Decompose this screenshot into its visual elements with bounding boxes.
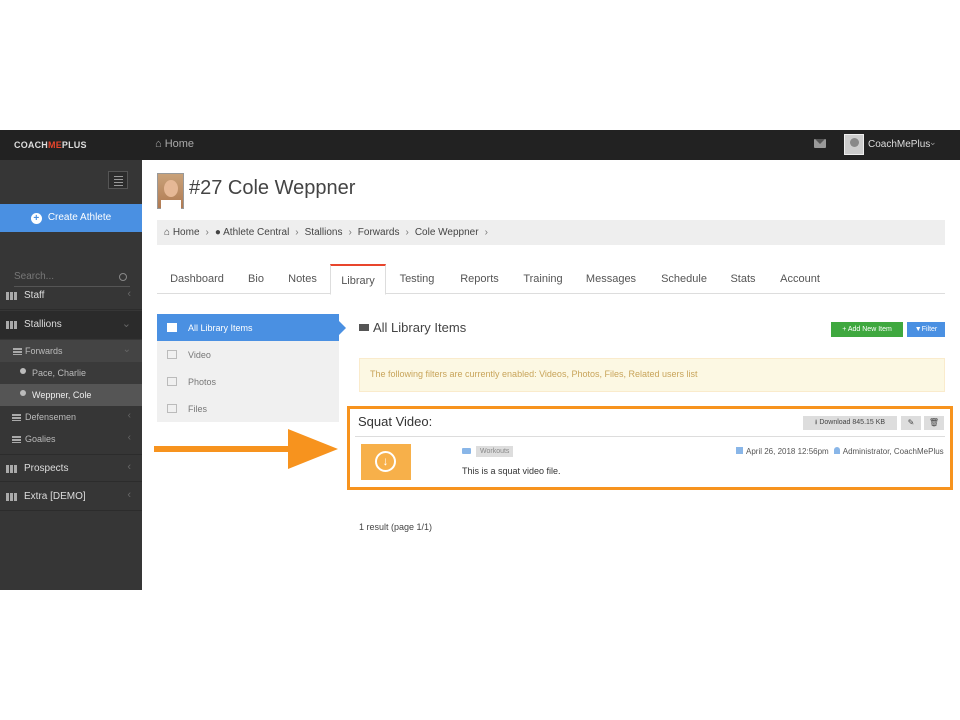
chevron-left-icon: ‹ (127, 410, 131, 421)
breadcrumb-forwards[interactable]: Forwards (358, 227, 400, 238)
filter-icon: ▼ (914, 326, 922, 333)
list-icon (12, 436, 21, 443)
divider (355, 436, 945, 437)
main-content: #27 Cole Weppner ⌂ Home › ● Athlete Centra… (142, 160, 960, 590)
library-menu-files[interactable]: Files (157, 395, 339, 422)
item-title: Squat Video: (358, 414, 433, 429)
sidebar-toggle-button[interactable] (108, 171, 128, 189)
annotation-arrow-shaft (154, 446, 289, 452)
tab-notes[interactable]: Notes (275, 264, 330, 294)
breadcrumb: ⌂ Home › ● Athlete Central › Stallions › Forwa… (157, 220, 945, 245)
tab-schedule[interactable]: Schedule (647, 264, 721, 294)
chevron-down-icon: ⌄ (122, 344, 131, 355)
chevron-down-icon[interactable]: ⌄ (929, 137, 937, 148)
tab-bar: Dashboard Bio Notes Library Testing Repo… (157, 264, 945, 295)
tab-bio[interactable]: Bio (237, 264, 275, 294)
chevron-left-icon: ‹ (127, 288, 131, 300)
chevron-left-icon: ‹ (127, 432, 131, 443)
users-icon: ● (214, 227, 224, 238)
delete-button[interactable]: 🗑 (924, 416, 944, 430)
library-menu: All Library Items Video Photos Files (157, 314, 346, 422)
annotation-arrow-icon (288, 429, 338, 469)
user-menu[interactable]: CoachMePlus (868, 139, 930, 150)
breadcrumb-stallions[interactable]: Stallions (305, 227, 343, 238)
top-navbar: COACHMEPLUS ⌂ Home CoachMePlus ⌄ (0, 130, 960, 160)
sidebar-item-defensemen[interactable]: Defensemen ‹ (0, 406, 142, 428)
item-description: This is a squat video file. (462, 466, 561, 476)
breadcrumb-home[interactable]: Home (173, 227, 200, 238)
page-title: #27 Cole Weppner (189, 177, 356, 199)
grid-icon (6, 493, 17, 501)
library-menu-all-items[interactable]: All Library Items (157, 314, 346, 341)
filter-button[interactable]: ▼Filter (907, 322, 945, 337)
filter-notice: The following filters are currently enab… (359, 358, 945, 392)
section-title: All Library Items (359, 320, 466, 335)
chevron-left-icon: ‹ (127, 461, 131, 473)
sidebar-item-weppner-cole[interactable]: Weppner, Cole (0, 384, 142, 406)
folder-icon (359, 324, 369, 331)
tag-icon (462, 448, 471, 454)
app-logo[interactable]: COACHMEPLUS (14, 140, 87, 150)
chevron-left-icon: ‹ (127, 489, 131, 501)
pencil-icon: ✎ (907, 418, 915, 427)
sidebar-item-staff[interactable]: Staff ‹ (0, 282, 142, 310)
sidebar-item-goalies[interactable]: Goalies ‹ (0, 428, 142, 450)
create-athlete-button[interactable]: + Create Athlete (0, 204, 142, 232)
camera-icon (167, 377, 177, 386)
list-icon (13, 348, 22, 355)
sidebar-item-extra-demo[interactable]: Extra [DEMO] ‹ (0, 483, 142, 511)
folder-icon (167, 323, 177, 332)
download-circle-icon: ↓ (375, 451, 396, 472)
athlete-photo (157, 173, 184, 210)
app-window: COACHMEPLUS ⌂ Home CoachMePlus ⌄ + Create… (0, 130, 960, 590)
sidebar-item-stallions[interactable]: Stallions ⌄ (0, 311, 142, 339)
breadcrumb-athlete-central[interactable]: Athlete Central (223, 227, 289, 238)
home-icon: ⌂ (155, 138, 165, 150)
file-icon (167, 404, 177, 413)
search-icon (119, 273, 127, 281)
breadcrumb-cole-weppner[interactable]: Cole Weppner (415, 227, 479, 238)
sidebar-item-prospects[interactable]: Prospects ‹ (0, 454, 142, 482)
tab-account[interactable]: Account (765, 264, 835, 294)
sidebar-item-pace-charlie[interactable]: Pace, Charlie (0, 362, 142, 384)
tab-stats[interactable]: Stats (721, 264, 765, 294)
download-button[interactable]: ⭳ Download 845.15 KB (803, 416, 897, 430)
grid-icon (6, 292, 17, 300)
grid-icon (6, 465, 17, 473)
sidebar: + Create Athlete Search... Staff ‹ Stallio… (0, 160, 142, 590)
list-icon (12, 414, 21, 421)
tab-dashboard[interactable]: Dashboard (157, 264, 237, 294)
edit-button[interactable]: ✎ (901, 416, 921, 430)
home-icon: ⌂ (164, 227, 173, 238)
results-count: 1 result (page 1/1) (359, 522, 433, 532)
calendar-icon (736, 447, 743, 454)
plus-circle-icon: + (30, 213, 42, 224)
add-new-item-button[interactable]: + Add New Item (831, 322, 903, 337)
person-icon (20, 368, 26, 374)
item-date: April 26, 2018 12:56pm (746, 447, 829, 456)
library-menu-video[interactable]: Video (157, 341, 339, 368)
tag-badge[interactable]: Workouts (476, 446, 514, 457)
tab-training[interactable]: Training (511, 264, 575, 294)
chevron-down-icon: ⌄ (121, 318, 131, 330)
sidebar-item-forwards[interactable]: Forwards ⌄ (0, 340, 142, 362)
item-meta: April 26, 2018 12:56pm Administrator, Coa… (736, 447, 944, 456)
video-thumbnail[interactable]: ↓ (361, 444, 411, 480)
tab-messages[interactable]: Messages (575, 264, 647, 294)
film-icon (167, 350, 177, 359)
grid-icon (6, 321, 17, 329)
item-author: Administrator, CoachMePlus (842, 447, 944, 456)
home-link[interactable]: ⌂ Home (155, 138, 194, 150)
tab-reports[interactable]: Reports (448, 264, 511, 294)
avatar[interactable] (844, 134, 864, 155)
tab-testing[interactable]: Testing (386, 264, 448, 294)
library-item-card: Squat Video: ⭳ Download 845.15 KB ✎ 🗑 ↓ … (347, 406, 953, 490)
user-icon (833, 447, 840, 454)
mail-icon[interactable] (814, 139, 826, 148)
tab-library[interactable]: Library (330, 264, 386, 295)
trash-icon: 🗑 (928, 418, 940, 427)
person-icon (20, 390, 26, 396)
library-menu-photos[interactable]: Photos (157, 368, 339, 395)
